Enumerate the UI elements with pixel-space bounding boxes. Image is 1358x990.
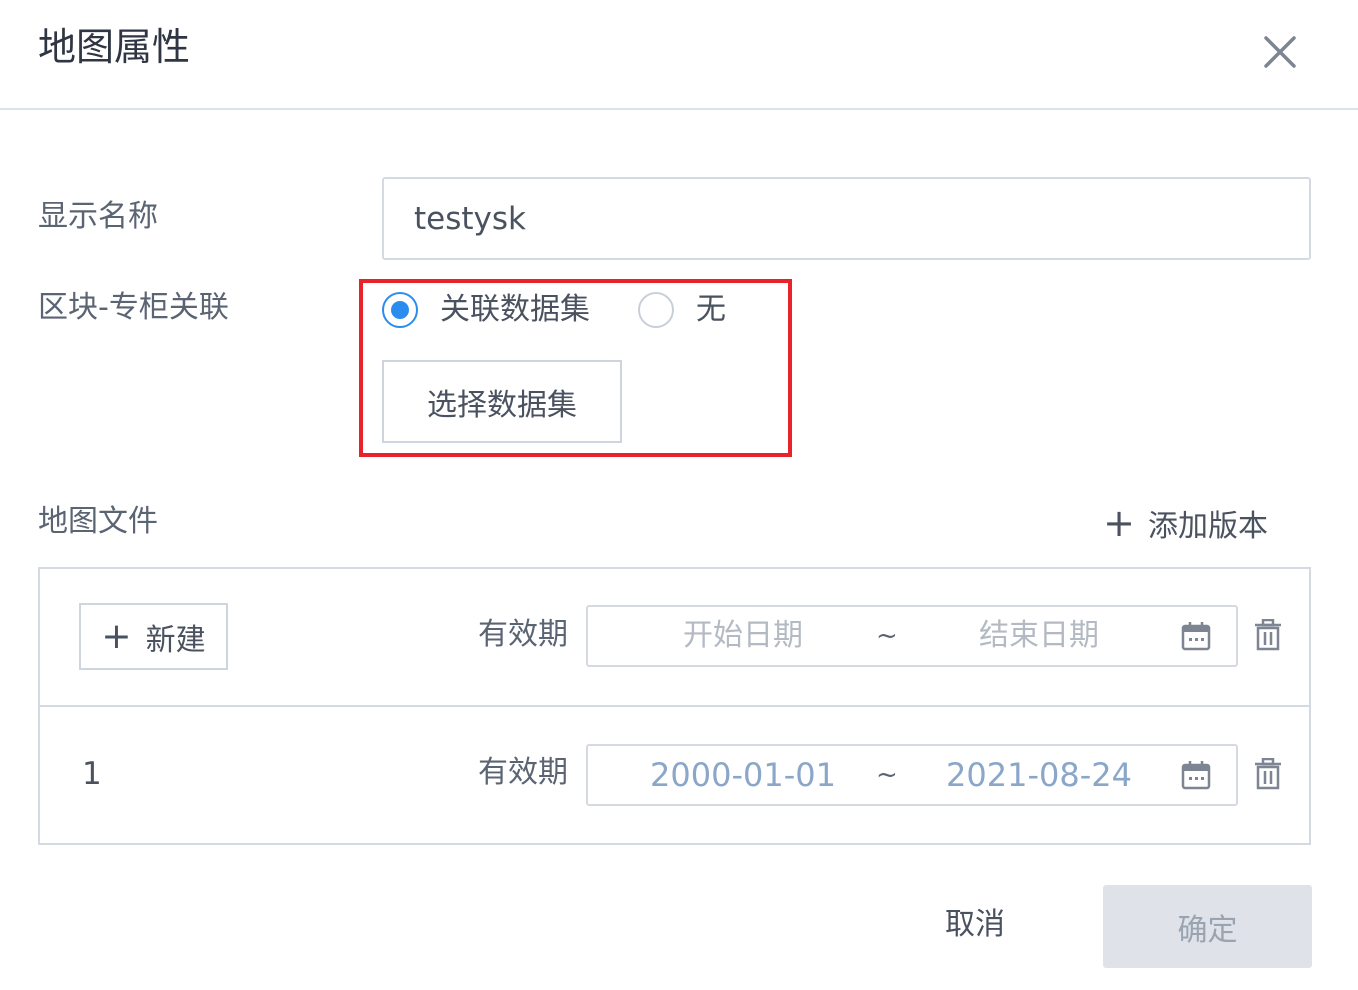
- trash-icon[interactable]: [1254, 619, 1282, 651]
- select-dataset-button[interactable]: 选择数据集: [382, 360, 622, 443]
- add-version-button[interactable]: + 添加版本: [1102, 502, 1268, 544]
- header-divider: [0, 108, 1358, 110]
- radio-link-dataset-label: 关联数据集: [440, 292, 590, 327]
- cancel-button[interactable]: 取消: [945, 903, 1005, 947]
- plus-icon: +: [101, 615, 132, 657]
- trash-icon[interactable]: [1254, 758, 1282, 790]
- end-date-field[interactable]: 2021-08-24: [924, 746, 1154, 804]
- radio-none[interactable]: 无: [638, 291, 726, 329]
- block-link-label: 区块-专柜关联: [38, 290, 229, 325]
- radio-link-dataset[interactable]: 关联数据集: [382, 291, 590, 329]
- date-range-picker[interactable]: 2000-01-01 ~ 2021-08-24: [586, 744, 1238, 806]
- date-range-picker[interactable]: 开始日期 ~ 结束日期: [586, 605, 1238, 667]
- start-date-field[interactable]: 2000-01-01: [628, 746, 858, 804]
- confirm-button[interactable]: 确定: [1103, 885, 1312, 968]
- new-button[interactable]: + 新建: [79, 603, 228, 670]
- close-icon[interactable]: [1258, 30, 1302, 74]
- plus-icon: +: [1103, 501, 1135, 545]
- map-files-label: 地图文件: [38, 504, 158, 539]
- radio-checked-icon: [382, 292, 418, 328]
- row-divider: [38, 705, 1311, 707]
- version-number: 1: [82, 756, 102, 792]
- calendar-icon[interactable]: [1181, 760, 1211, 790]
- end-date-field[interactable]: 结束日期: [924, 607, 1154, 665]
- date-separator: ~: [876, 621, 898, 651]
- date-separator: ~: [876, 760, 898, 790]
- dialog-title: 地图属性: [38, 25, 191, 69]
- new-button-label: 新建: [145, 622, 206, 658]
- calendar-icon[interactable]: [1181, 621, 1211, 651]
- validity-label: 有效期: [478, 755, 568, 790]
- add-version-label: 添加版本: [1148, 509, 1268, 544]
- display-name-label: 显示名称: [38, 199, 158, 234]
- radio-unchecked-icon: [638, 292, 674, 328]
- validity-label: 有效期: [478, 617, 568, 652]
- start-date-field[interactable]: 开始日期: [628, 607, 858, 665]
- display-name-input[interactable]: [382, 177, 1311, 260]
- radio-none-label: 无: [696, 292, 726, 327]
